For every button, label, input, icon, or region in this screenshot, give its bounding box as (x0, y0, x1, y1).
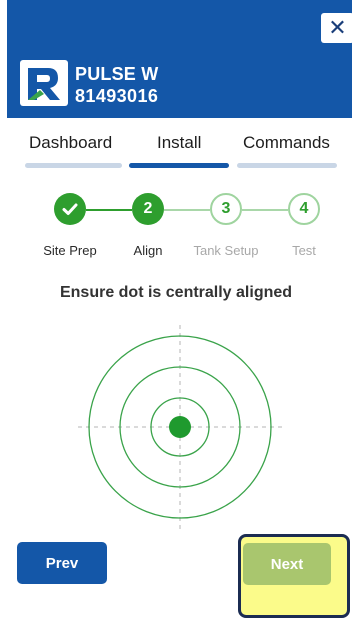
prev-button[interactable]: Prev (17, 542, 107, 584)
alignment-target (78, 325, 282, 530)
alignment-dot (169, 416, 191, 438)
next-button[interactable]: Next (243, 543, 331, 585)
left-margin (0, 0, 7, 619)
app-panel: ✕ PULSE W 81493016 Dashboard Install Com… (0, 0, 352, 619)
